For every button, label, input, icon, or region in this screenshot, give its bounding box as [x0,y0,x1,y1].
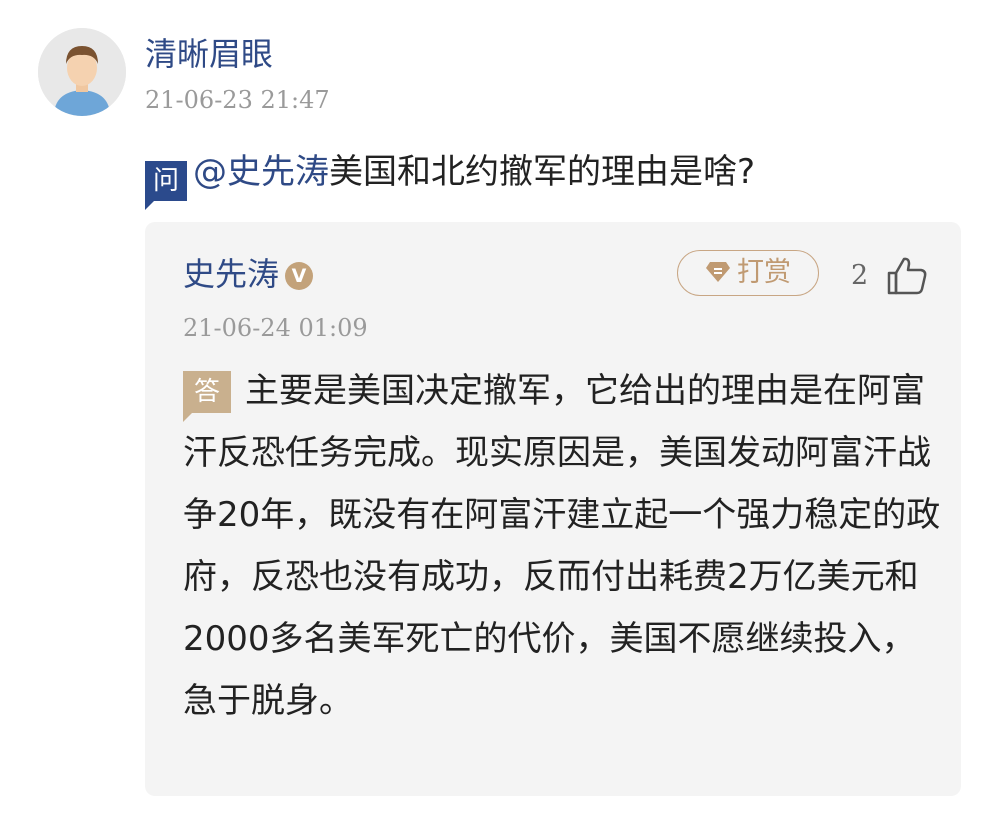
question-timestamp: 21-06-23 21:47 [145,86,330,114]
question-badge: 问 [145,161,187,210]
reward-button[interactable]: 打赏 [677,250,819,296]
verified-v-icon: V [285,262,314,290]
thumbs-up-icon[interactable] [885,253,929,301]
question-text: 美国和北约撤军的理由是啥? [329,152,756,192]
mention-link[interactable]: @史先涛 [193,152,329,192]
answer-card: 史先涛 V 打赏 2 21-06-24 01:09 答主要是美国决定撤军，它给出的… [145,222,961,796]
gem-icon [705,254,731,298]
avatar[interactable] [38,28,126,116]
user-avatar-icon [38,28,126,116]
answer-author-name[interactable]: 史先涛 [183,255,279,293]
answer-badge: 答 [183,371,231,422]
like-count: 2 [851,260,869,291]
answer-text: 主要是美国决定撤军，它给出的理由是在阿富汗反恐任务完成。现实原因是，美国发动阿富… [183,371,941,721]
question-author-name[interactable]: 清晰眉眼 [145,32,273,76]
answer-timestamp: 21-06-24 01:09 [183,314,368,342]
reward-label: 打赏 [737,257,791,288]
answer-author-row: 史先涛 V [183,252,314,296]
question-text-row: 问 @史先涛美国和北约撤军的理由是啥? [145,148,756,210]
answer-text-block: 答主要是美国决定撤军，它给出的理由是在阿富汗反恐任务完成。现实原因是，美国发动阿… [183,360,943,732]
